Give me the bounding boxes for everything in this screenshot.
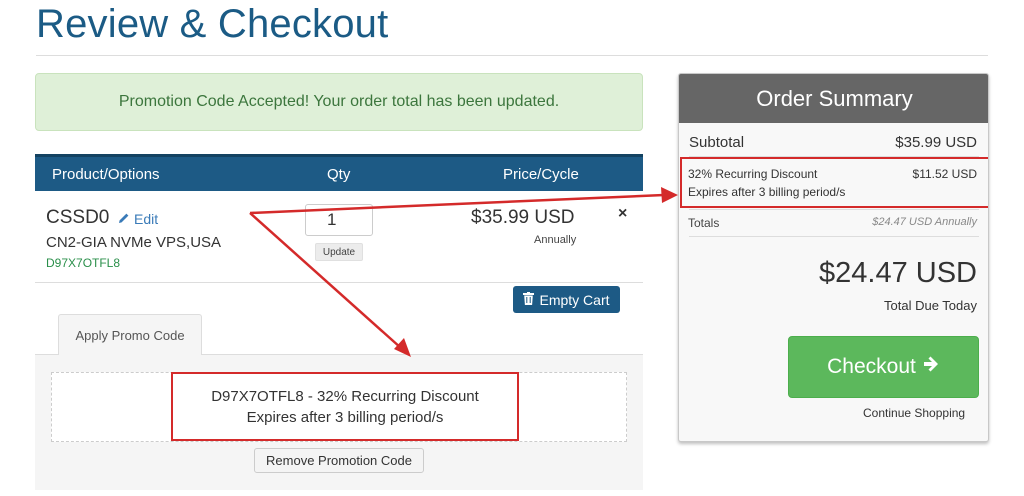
product-name: CSSD0 xyxy=(46,207,110,228)
promo-discount-line: D97X7OTFL8 - 32% Recurring Discount xyxy=(211,388,479,405)
header-qty: Qty xyxy=(327,166,351,183)
product-price: $35.99 USD xyxy=(471,207,575,228)
promo-code-tag: D97X7OTFL8 xyxy=(46,256,121,270)
remove-promotion-button[interactable]: Remove Promotion Code xyxy=(254,448,424,473)
arrowhead-summary xyxy=(661,187,678,203)
quantity-input[interactable] xyxy=(305,204,373,236)
discount-highlight-box xyxy=(680,157,988,208)
edit-product-link[interactable]: Edit xyxy=(118,211,158,227)
applied-promo-text: D97X7OTFL8 - 32% Recurring Discount Expi… xyxy=(171,386,519,428)
checkout-button[interactable]: Checkout xyxy=(788,336,979,398)
page-title: Review & Checkout xyxy=(36,2,389,46)
arrow-right-icon xyxy=(922,355,940,379)
product-description: CN2-GIA NVMe VPS,USA xyxy=(46,234,222,251)
pencil-icon xyxy=(118,211,130,227)
checkout-label: Checkout xyxy=(827,355,916,378)
cart-divider xyxy=(35,282,643,283)
update-qty-button[interactable]: Update xyxy=(315,243,363,261)
tab-apply-promo-code[interactable]: Apply Promo Code xyxy=(58,314,202,355)
promo-expiry-line: Expires after 3 billing period/s xyxy=(246,409,444,426)
continue-shopping-link[interactable]: Continue Shopping xyxy=(863,406,965,420)
remove-item-close-icon[interactable]: × xyxy=(618,205,627,223)
totals-recurring-value: $24.47 USD Annually xyxy=(872,216,977,228)
alert-text: Promotion Code Accepted! Your order tota… xyxy=(118,93,560,110)
promo-accepted-alert: Promotion Code Accepted! Your order tota… xyxy=(35,73,643,131)
header-price: Price/Cycle xyxy=(503,166,579,183)
cart-table-header: Product/Options Qty Price/Cycle xyxy=(35,154,643,191)
totals-label: Totals xyxy=(688,216,720,230)
empty-cart-label: Empty Cart xyxy=(539,291,610,308)
grand-total: $24.47 USD xyxy=(819,257,977,289)
edit-label: Edit xyxy=(134,211,159,227)
subtotal-label: Subtotal xyxy=(689,134,745,151)
trash-icon xyxy=(523,291,535,308)
order-summary-panel: Order Summary Subtotal $35.99 USD 32% Re… xyxy=(678,73,989,442)
billing-cycle: Annually xyxy=(534,234,577,246)
summary-divider xyxy=(689,236,979,237)
title-divider xyxy=(36,55,988,56)
order-summary-title: Order Summary xyxy=(679,74,988,123)
empty-cart-button[interactable]: Empty Cart xyxy=(513,286,620,313)
summary-divider xyxy=(689,209,979,210)
total-due-label: Total Due Today xyxy=(884,298,977,313)
header-product: Product/Options xyxy=(52,166,160,183)
subtotal-value: $35.99 USD xyxy=(895,134,977,151)
